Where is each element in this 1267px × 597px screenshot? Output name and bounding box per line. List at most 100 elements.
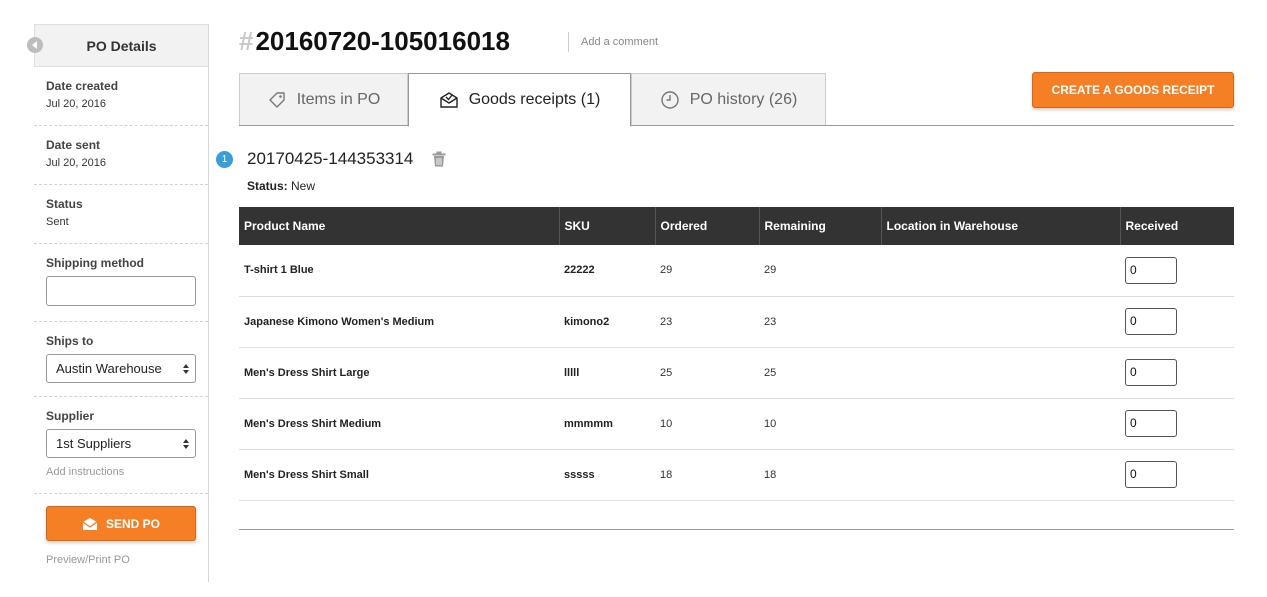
cell-sku: 22222: [559, 245, 655, 297]
cell-remaining: 18: [759, 449, 881, 501]
page-title: # 20160720-105016018: [239, 26, 510, 57]
ships-to-value: Austin Warehouse: [56, 361, 162, 376]
receipt-status-label: Status:: [247, 179, 288, 193]
date-sent-value: Jul 20, 2016: [46, 157, 106, 169]
date-sent-section: Date sent Jul 20, 2016: [34, 126, 208, 185]
table-row: Men's Dress Shirt Small sssss 18 18 0: [239, 449, 1234, 501]
col-sku: SKU: [558, 207, 655, 245]
send-po-label: SEND PO: [105, 516, 160, 531]
cell-received: 0: [1120, 296, 1234, 348]
ships-to-label: Ships to: [46, 334, 94, 348]
sidebar-title: PO Details: [34, 24, 208, 67]
select-arrows-icon: [183, 363, 189, 374]
receipt-status-value: New: [291, 179, 316, 193]
cell-product-name: T-shirt 1 Blue: [239, 245, 559, 297]
receipt-index-badge: 1: [216, 151, 233, 168]
cell-sku: lllll: [559, 347, 655, 399]
receipt-id: 20170425-144353314: [247, 149, 414, 168]
receipt-items-table: Product Name SKU Ordered Remaining Locat…: [239, 207, 1234, 501]
received-input[interactable]: 0: [1125, 256, 1177, 284]
table-row: Men's Dress Shirt Medium mmmmm 10 10 0: [239, 398, 1234, 450]
cell-ordered: 10: [655, 398, 759, 450]
cell-sku: mmmmm: [559, 398, 655, 450]
tab-items-label: Items in PO: [296, 90, 381, 108]
table-row: T-shirt 1 Blue 22222 29 29 0: [239, 245, 1234, 297]
table-row: Men's Dress Shirt Large lllll 25 25 0: [239, 347, 1234, 399]
cell-remaining: 25: [759, 347, 881, 399]
clock-icon: [661, 90, 679, 109]
received-input[interactable]: 0: [1125, 359, 1177, 386]
cell-ordered: 25: [655, 347, 759, 399]
col-ordered: Ordered: [654, 207, 759, 245]
col-location: Location in Warehouse: [880, 207, 1120, 245]
cell-product-name: Japanese Kimono Women's Medium: [239, 296, 559, 348]
date-created-section: Date created Jul 20, 2016: [34, 67, 208, 126]
cell-product-name: Men's Dress Shirt Large: [239, 347, 559, 399]
po-details-sidebar: PO Details Date created Jul 20, 2016 Dat…: [27, 24, 209, 582]
col-product-name: Product Name: [239, 207, 559, 245]
supplier-section: Supplier 1st Suppliers Add instructions: [34, 397, 208, 494]
supplier-select[interactable]: 1st Suppliers: [46, 429, 196, 458]
tab-goods-receipts[interactable]: Goods receipts (1): [408, 73, 631, 127]
ships-to-select[interactable]: Austin Warehouse: [46, 354, 196, 383]
cell-ordered: 23: [655, 296, 759, 348]
cell-received: 0: [1120, 449, 1234, 501]
cell-ordered: 29: [655, 245, 759, 297]
send-po-button[interactable]: SEND PO: [46, 506, 196, 541]
cell-product-name: Men's Dress Shirt Small: [239, 449, 559, 501]
received-input[interactable]: 0: [1125, 461, 1177, 488]
cell-ordered: 18: [655, 449, 759, 501]
cell-received: 0: [1120, 245, 1234, 297]
envelope-icon: [82, 517, 98, 530]
collapse-sidebar-icon[interactable]: [27, 37, 43, 53]
status-value: Sent: [46, 216, 69, 228]
cell-location: [881, 296, 1120, 348]
cell-sku: sssss: [559, 449, 655, 501]
shipping-method-section: Shipping method: [34, 244, 208, 322]
cell-product-name: Men's Dress Shirt Medium: [239, 398, 559, 450]
date-sent-label: Date sent: [46, 138, 101, 152]
table-header-row: Product Name SKU Ordered Remaining Locat…: [239, 207, 1234, 245]
trash-icon[interactable]: [432, 151, 446, 167]
cell-location: [881, 449, 1120, 501]
received-input[interactable]: 0: [1125, 308, 1177, 335]
cell-remaining: 10: [759, 398, 881, 450]
add-comment-link[interactable]: Add a comment: [568, 32, 658, 52]
preview-print-link[interactable]: Preview/Print PO: [46, 554, 196, 566]
cell-location: [881, 398, 1120, 450]
section-divider: [239, 529, 1234, 530]
tab-po-history[interactable]: PO history (26): [631, 73, 826, 125]
add-instructions-link[interactable]: Add instructions: [46, 466, 196, 478]
status-section: Status Sent: [34, 185, 208, 244]
col-remaining: Remaining: [758, 207, 881, 245]
shipping-method-label: Shipping method: [46, 256, 144, 270]
tab-items-in-po[interactable]: Items in PO: [239, 73, 408, 125]
cell-remaining: 29: [759, 245, 881, 297]
receipt-status: Status: New: [247, 179, 315, 193]
cell-location: [881, 347, 1120, 399]
send-section: SEND PO Preview/Print PO: [34, 494, 208, 566]
select-arrows-icon: [183, 438, 189, 449]
cell-remaining: 23: [759, 296, 881, 348]
create-goods-receipt-button[interactable]: CREATE A GOODS RECEIPT: [1032, 72, 1234, 108]
envelope-icon: [439, 92, 458, 108]
cell-location: [881, 245, 1120, 297]
tab-goods-receipts-label: Goods receipts (1): [468, 91, 601, 108]
po-number: 20160720-105016018: [255, 26, 510, 56]
tab-po-history-label: PO history (26): [689, 90, 798, 108]
shipping-method-input[interactable]: [46, 276, 196, 306]
table-row: Japanese Kimono Women's Medium kimono2 2…: [239, 296, 1234, 348]
supplier-label: Supplier: [46, 409, 95, 423]
col-received: Received: [1119, 207, 1234, 245]
status-label: Status: [46, 197, 83, 211]
ships-to-section: Ships to Austin Warehouse: [34, 322, 208, 397]
date-created-label: Date created: [46, 79, 119, 93]
cell-sku: kimono2: [559, 296, 655, 348]
received-input[interactable]: 0: [1125, 410, 1177, 437]
hash-symbol: #: [239, 26, 254, 56]
cell-received: 0: [1120, 347, 1234, 399]
date-created-value: Jul 20, 2016: [46, 98, 106, 110]
cell-received: 0: [1120, 398, 1234, 450]
supplier-value: 1st Suppliers: [56, 436, 132, 451]
tag-icon: [269, 91, 285, 108]
